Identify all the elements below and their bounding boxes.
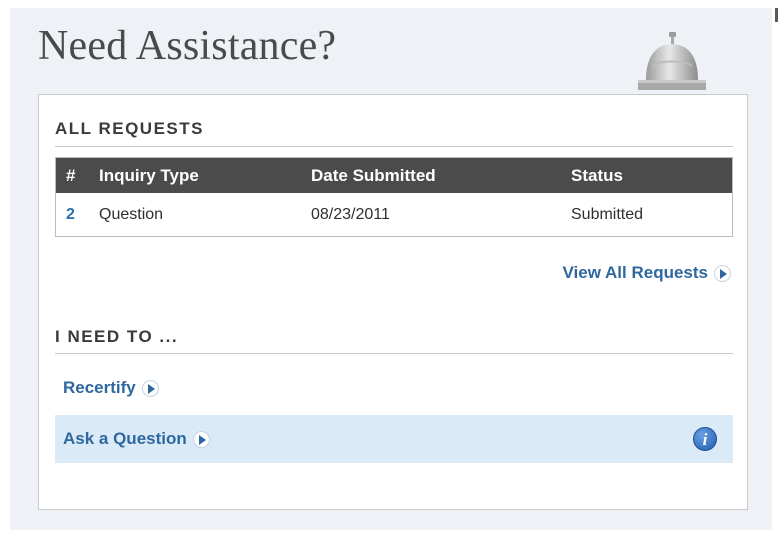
window-edge [775,8,778,22]
i-need-to-heading: I NEED TO ... [55,327,179,346]
section-divider [55,353,733,354]
column-header-number: # [55,157,99,193]
ask-question-link[interactable]: Ask a Question [63,429,210,449]
all-requests-heading: ALL REQUESTS [55,119,204,138]
column-header-inquiry-type: Inquiry Type [99,157,311,193]
page-title: Need Assistance? [38,23,337,69]
request-inquiry-type: Question [99,205,164,223]
service-bell-icon [638,32,706,90]
requests-card: ALL REQUESTS # Inquiry Type Date Submitt… [38,94,748,510]
column-header-status: Status [571,157,733,193]
view-all-requests-label: View All Requests [562,263,709,282]
requests-table: # Inquiry Type Date Submitted Status 2 Q… [55,157,733,237]
ask-question-row[interactable]: Ask a Question i [55,415,733,463]
table-row: 2 Question 08/23/2011 Submitted [56,193,733,237]
request-number-link[interactable]: 2 [56,193,100,237]
circle-arrow-right-icon [714,264,731,282]
info-icon[interactable]: i [693,427,717,451]
recertify-link[interactable]: Recertify [63,378,159,398]
column-header-date-submitted: Date Submitted [311,157,571,193]
recertify-label: Recertify [63,378,136,397]
ask-question-label: Ask a Question [63,429,187,448]
table-header-row: # Inquiry Type Date Submitted Status [55,157,733,193]
request-status: Submitted [571,205,644,223]
view-all-requests-link[interactable]: View All Requests [562,263,731,283]
circle-arrow-right-icon [192,430,210,448]
section-divider [55,146,733,147]
circle-arrow-right-icon [141,379,159,397]
request-date-submitted: 08/23/2011 [311,205,390,223]
